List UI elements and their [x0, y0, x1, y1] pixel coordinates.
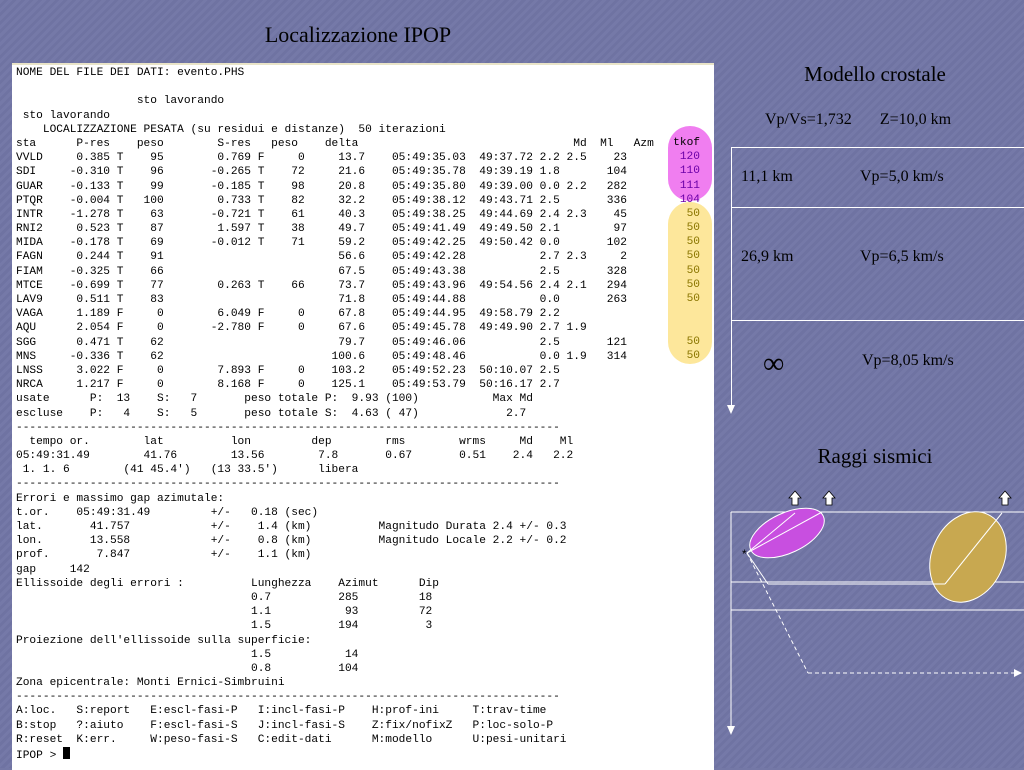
- station-arrow-icon: [998, 490, 1012, 506]
- rays-diagram: *: [727, 490, 1024, 735]
- station-arrow-icon: [822, 490, 836, 506]
- svg-text:*: *: [742, 547, 747, 561]
- station-arrow-icon: [788, 490, 802, 506]
